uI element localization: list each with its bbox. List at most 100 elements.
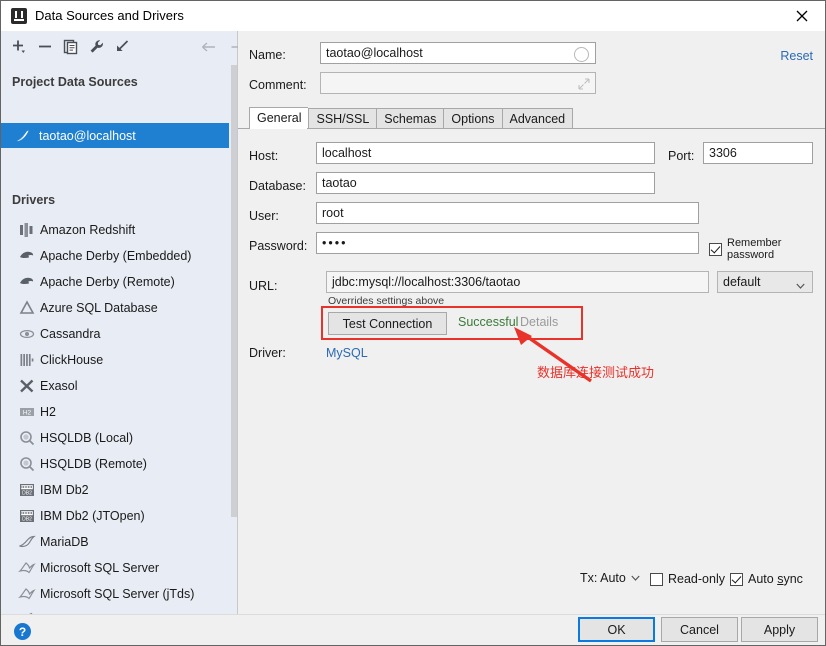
host-input[interactable]: localhost — [316, 142, 655, 164]
data-sources-sidebar: Project Data Sources taotao@localhost Dr… — [1, 31, 245, 645]
remember-password-label: Remember password — [727, 237, 782, 261]
tab-ssh-ssl[interactable]: SSH/SSL — [308, 108, 377, 129]
cancel-button[interactable]: Cancel — [661, 617, 738, 642]
remember-password-box — [709, 242, 722, 256]
driver-list-item-label: MariaDB — [40, 535, 89, 549]
mariadb-seal-icon — [18, 533, 36, 551]
window-title: Data Sources and Drivers — [35, 8, 184, 23]
driver-list-item[interactable]: HSQLDB (Remote) — [1, 451, 229, 477]
driver-list-item-label: Microsoft SQL Server — [40, 561, 160, 575]
driver-list-item[interactable]: HSQLDB (Local) — [1, 425, 229, 451]
driver-list-item[interactable]: Microsoft SQL Server (jTds) — [1, 581, 229, 607]
read-only-checkbox[interactable]: Read-only — [650, 572, 725, 586]
read-only-box — [650, 572, 663, 586]
driver-list-item-label: ClickHouse — [40, 353, 104, 367]
driver-label: Driver: — [249, 346, 286, 360]
expand-icon[interactable] — [578, 78, 590, 90]
ok-button[interactable]: OK — [578, 617, 655, 642]
sidebar-scrollbar-thumb[interactable] — [231, 65, 237, 517]
import-icon[interactable] — [114, 38, 132, 56]
password-input[interactable]: •••• — [316, 232, 699, 254]
driver-value-link[interactable]: MySQL — [326, 346, 368, 360]
derby-icon — [18, 273, 36, 291]
redshift-icon — [18, 221, 36, 239]
password-input-value: •••• — [322, 236, 348, 250]
test-status-text: Successful — [458, 315, 519, 329]
driver-list-item[interactable]: Microsoft SQL Server — [1, 555, 229, 581]
remember-password-checkbox[interactable]: Remember password — [709, 237, 825, 261]
auto-sync-label: Auto sync — [748, 572, 803, 586]
auto-sync-checkbox[interactable]: Auto sync — [730, 572, 803, 586]
port-input[interactable]: 3306 — [703, 142, 813, 164]
driver-list-item-label: Azure SQL Database — [40, 301, 158, 315]
test-connection-button[interactable]: Test Connection — [328, 312, 447, 335]
mssql-icon — [18, 585, 36, 603]
driver-list-item[interactable]: DB2 IBM Db2 — [1, 477, 229, 503]
close-icon[interactable] — [779, 1, 825, 30]
host-label: Host: — [249, 149, 279, 163]
add-icon[interactable] — [10, 38, 28, 56]
back-arrow-icon[interactable] — [200, 39, 218, 55]
exasol-x-icon — [18, 377, 36, 395]
driver-list-item[interactable]: Amazon Redshift — [1, 217, 229, 243]
tab-schemas[interactable]: Schemas — [376, 108, 444, 129]
driver-list-item-label: IBM Db2 (JTOpen) — [40, 509, 145, 523]
driver-list-item[interactable]: Apache Derby (Embedded) — [1, 243, 229, 269]
copy-icon[interactable] — [62, 38, 80, 56]
project-data-sources-header: Project Data Sources — [12, 75, 138, 89]
comment-input[interactable] — [320, 72, 596, 94]
h2-icon: H2 — [18, 403, 36, 421]
user-label: User: — [249, 209, 279, 223]
status-circle-icon — [574, 47, 589, 62]
driver-list-item[interactable]: DB2 IBM Db2 (JTOpen) — [1, 503, 229, 529]
tab-underline-mask — [250, 128, 308, 129]
auto-sync-box — [730, 572, 743, 586]
url-label: URL: — [249, 279, 278, 293]
driver-list-item[interactable]: Azure SQL Database — [1, 295, 229, 321]
tab-general[interactable]: General — [249, 107, 309, 129]
sidebar-item-label: taotao@localhost — [39, 128, 136, 143]
name-input-value: taotao@localhost — [326, 46, 423, 60]
driver-list-item[interactable]: MariaDB — [1, 529, 229, 555]
tab-options[interactable]: Options — [443, 108, 502, 129]
reset-link[interactable]: Reset — [780, 49, 813, 63]
driver-list-item-label: H2 — [40, 405, 56, 419]
name-label: Name: — [249, 48, 286, 62]
driver-list-item-label: Apache Derby (Remote) — [40, 275, 175, 289]
wrench-icon[interactable] — [88, 38, 106, 56]
user-input[interactable]: root — [316, 202, 699, 224]
driver-list-item-label: Exasol — [40, 379, 78, 393]
drivers-header: Drivers — [12, 193, 56, 207]
url-mode-value: default — [723, 275, 761, 289]
password-label: Password: — [249, 239, 308, 253]
comment-label: Comment: — [249, 78, 307, 92]
driver-list-item[interactable]: ClickHouse — [1, 347, 229, 373]
cassandra-eye-icon — [18, 325, 36, 343]
read-only-label: Read-only — [668, 572, 725, 586]
url-input-value: jdbc:mysql://localhost:3306/taotao — [332, 275, 521, 289]
driver-list-item[interactable]: Cassandra — [1, 321, 229, 347]
driver-list-item[interactable]: Apache Derby (Remote) — [1, 269, 229, 295]
port-label: Port: — [668, 149, 695, 163]
sidebar-item-taotao-localhost[interactable]: taotao@localhost — [1, 123, 229, 148]
url-input[interactable]: jdbc:mysql://localhost:3306/taotao — [326, 271, 709, 293]
tx-mode-select[interactable]: Tx: Auto — [580, 571, 640, 585]
help-icon[interactable]: ? — [14, 623, 31, 640]
apply-button[interactable]: Apply — [741, 617, 818, 642]
url-mode-select[interactable]: default — [717, 271, 813, 293]
database-input[interactable]: taotao — [316, 172, 655, 194]
remove-icon[interactable] — [36, 38, 54, 56]
user-input-value: root — [322, 206, 344, 220]
dialog-footer: ? OK Cancel Apply — [1, 614, 825, 645]
driver-list-item[interactable]: Exasol — [1, 373, 229, 399]
azure-icon — [18, 299, 36, 317]
driver-list-item-label: HSQLDB (Local) — [40, 431, 134, 445]
derby-icon — [18, 247, 36, 265]
tab-advanced[interactable]: Advanced — [501, 108, 574, 129]
driver-list-item[interactable]: H2 H2 — [1, 399, 229, 425]
name-input[interactable]: taotao@localhost — [320, 42, 596, 64]
settings-tabs: General SSH/SSL Schemas Options Advanced — [249, 107, 574, 129]
db2-icon: DB2 — [18, 507, 36, 525]
details-link[interactable]: Details — [520, 315, 558, 329]
db2-icon: DB2 — [18, 481, 36, 499]
